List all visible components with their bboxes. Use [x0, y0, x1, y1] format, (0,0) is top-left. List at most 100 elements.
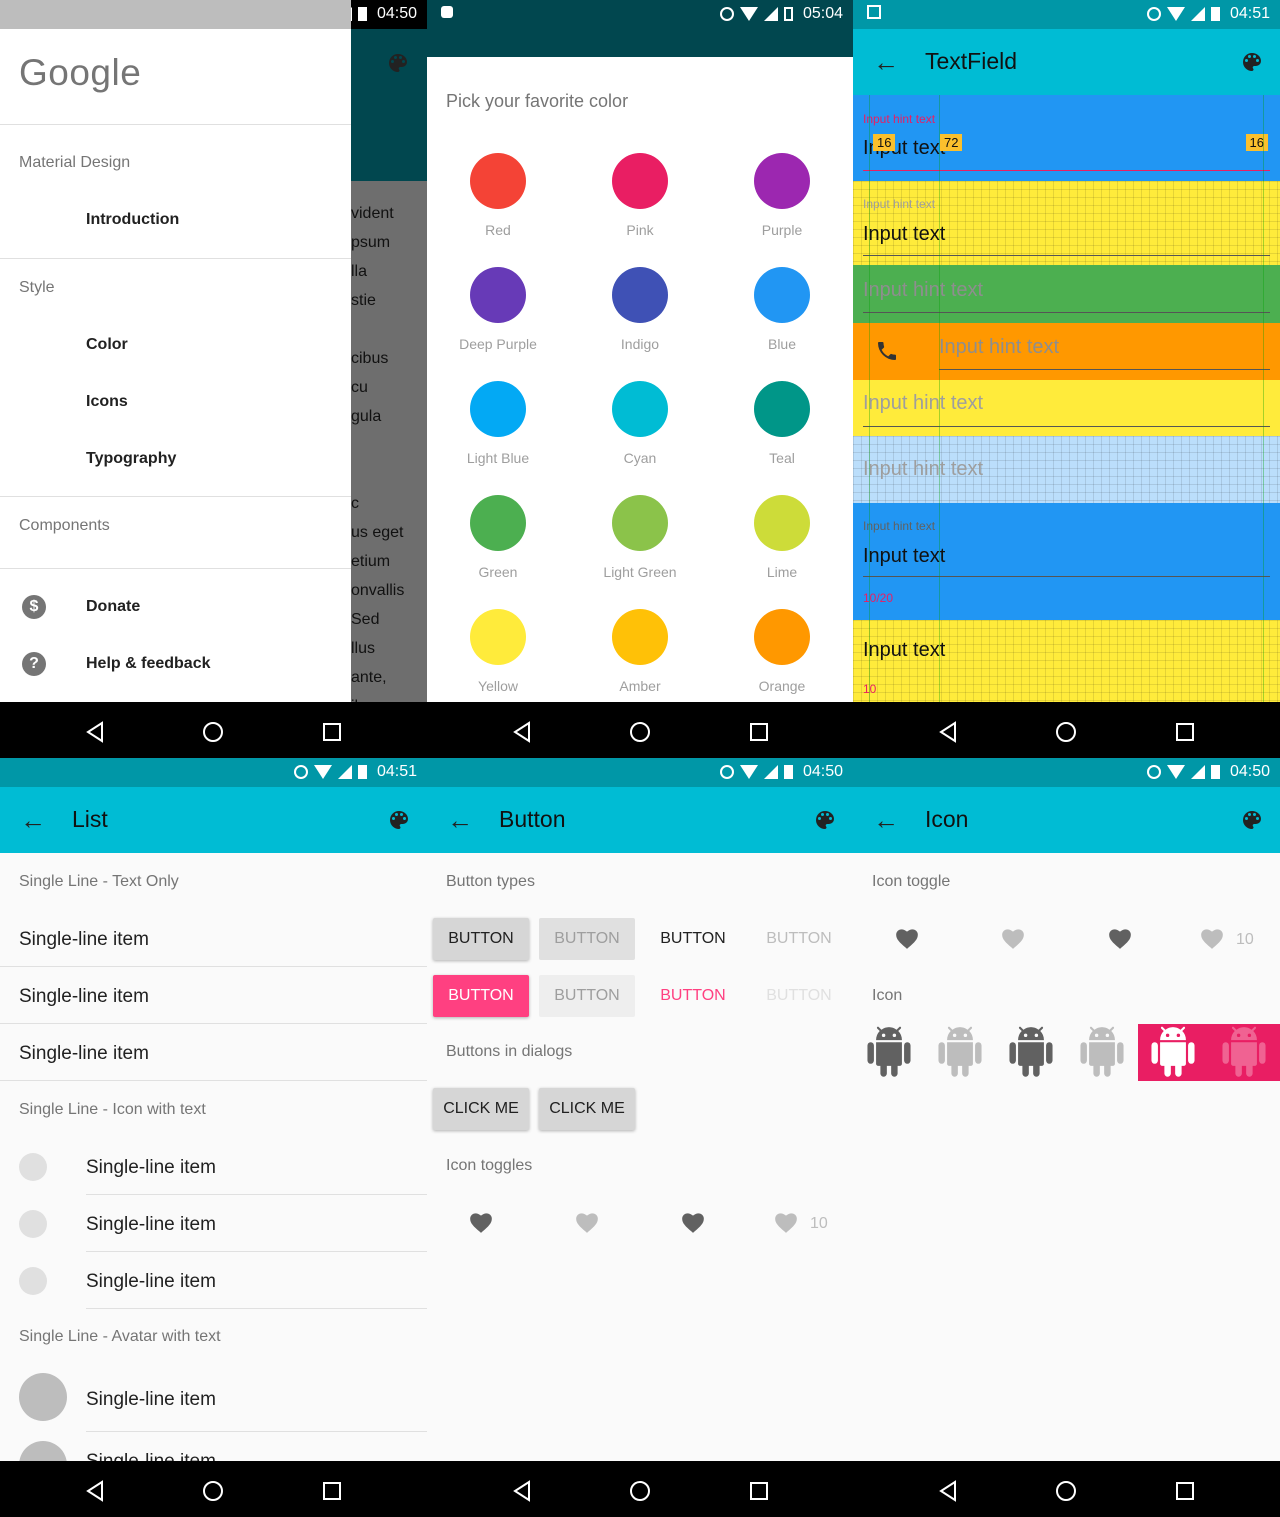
- home-nav-icon[interactable]: [201, 720, 225, 744]
- textfield-3[interactable]: Input hint text: [853, 265, 1280, 323]
- recents-nav-icon[interactable]: [320, 720, 344, 744]
- drawer-item-color[interactable]: Color: [86, 336, 128, 354]
- list-item[interactable]: Single-line item: [86, 1157, 216, 1179]
- heart-icon[interactable]: [468, 1210, 494, 1234]
- back-nav-icon[interactable]: [83, 1479, 107, 1503]
- section-header: Buttons in dialogs: [446, 1043, 573, 1060]
- list-icon: [19, 1210, 47, 1238]
- color-label: Yellow: [478, 678, 518, 694]
- back-nav-icon[interactable]: [936, 720, 960, 744]
- grid-notification-icon: [867, 5, 881, 19]
- drawer-item-icons[interactable]: Icons: [86, 393, 128, 411]
- color-swatch[interactable]: Pink: [569, 153, 711, 267]
- recents-nav-icon[interactable]: [747, 720, 771, 744]
- raised-accent-button-disabled[interactable]: BUTTON: [539, 975, 635, 1017]
- textfield-6[interactable]: Input hint text: [853, 436, 1280, 503]
- palette-icon[interactable]: [813, 808, 837, 832]
- keyline-badge: 16: [873, 134, 896, 151]
- click-me-button[interactable]: CLICK ME: [433, 1088, 529, 1130]
- textfield-5[interactable]: Input hint text: [853, 380, 1280, 436]
- drawer-item-help-feedback[interactable]: Help & feedback: [86, 655, 210, 673]
- palette-icon[interactable]: [1240, 808, 1264, 832]
- status-bar: 04:51: [0, 758, 427, 787]
- color-swatch[interactable]: Light Green: [569, 495, 711, 609]
- heart-icon[interactable]: [894, 926, 920, 950]
- color-swatch[interactable]: Purple: [711, 153, 853, 267]
- color-swatch[interactable]: Green: [427, 495, 569, 609]
- list-item[interactable]: Single-line item: [86, 1271, 216, 1293]
- heart-icon[interactable]: [574, 1210, 600, 1234]
- raised-accent-button[interactable]: BUTTON: [433, 975, 529, 1017]
- list-item[interactable]: Single-line item: [19, 986, 149, 1008]
- back-nav-icon[interactable]: [510, 1479, 534, 1503]
- home-nav-icon[interactable]: [201, 1479, 225, 1503]
- back-arrow-icon[interactable]: ←: [873, 807, 899, 833]
- palette-icon[interactable]: [387, 808, 411, 832]
- home-nav-icon[interactable]: [628, 1479, 652, 1503]
- color-label: Light Blue: [466, 450, 530, 466]
- textfield-7[interactable]: Input hint text Input text 10/20: [853, 503, 1280, 620]
- color-circle: [754, 609, 810, 665]
- list-item[interactable]: Single-line item: [19, 1043, 149, 1065]
- back-arrow-icon[interactable]: ←: [20, 807, 46, 833]
- textfield-1[interactable]: Input hint text Input text 16 72 16: [853, 95, 1280, 181]
- home-nav-icon[interactable]: [628, 720, 652, 744]
- drawer-item-introduction[interactable]: Introduction: [86, 211, 179, 229]
- textfield-2[interactable]: Input hint text Input text: [853, 181, 1280, 265]
- raised-button-disabled[interactable]: BUTTON: [539, 918, 635, 960]
- screenshot-collage: vident psum lla stie cibus cu gula c us …: [0, 0, 1280, 1517]
- list-icon: [19, 1267, 47, 1295]
- textfield-4[interactable]: Input hint text: [853, 323, 1280, 380]
- battery-icon: [357, 765, 367, 779]
- color-swatch[interactable]: Light Blue: [427, 381, 569, 495]
- heart-icon[interactable]: [1000, 926, 1026, 950]
- list-item[interactable]: Single-line item: [86, 1389, 216, 1411]
- color-circle: [754, 381, 810, 437]
- battery-icon: [1210, 765, 1220, 779]
- heart-icon[interactable]: [1199, 926, 1225, 950]
- drawer-item-donate[interactable]: Donate: [86, 598, 140, 616]
- home-nav-icon[interactable]: [1054, 1479, 1078, 1503]
- android-icon: [1222, 1026, 1266, 1077]
- color-swatch[interactable]: Deep Purple: [427, 267, 569, 381]
- flat-button-disabled[interactable]: BUTTON: [751, 918, 847, 960]
- raised-button[interactable]: BUTTON: [433, 918, 529, 960]
- list-item[interactable]: Single-line item: [86, 1214, 216, 1236]
- back-nav-icon[interactable]: [936, 1479, 960, 1503]
- recents-nav-icon[interactable]: [1173, 1479, 1197, 1503]
- battery-icon: [1210, 7, 1220, 21]
- heart-icon[interactable]: [1107, 926, 1133, 950]
- status-time: 04:51: [376, 763, 417, 780]
- back-arrow-icon[interactable]: ←: [447, 807, 473, 833]
- recents-nav-icon[interactable]: [1173, 720, 1197, 744]
- color-swatch[interactable]: Teal: [711, 381, 853, 495]
- color-swatch[interactable]: Lime: [711, 495, 853, 609]
- list-subheader: Single Line - Avatar with text: [19, 1328, 221, 1345]
- list-icon: [19, 1153, 47, 1181]
- palette-icon[interactable]: [1240, 50, 1264, 74]
- back-arrow-icon[interactable]: ←: [873, 49, 899, 75]
- heart-icon[interactable]: [773, 1210, 799, 1234]
- flat-button[interactable]: BUTTON: [645, 918, 741, 960]
- color-swatch[interactable]: Red: [427, 153, 569, 267]
- color-swatch[interactable]: Indigo: [569, 267, 711, 381]
- flat-accent-button-disabled[interactable]: BUTTON: [751, 975, 847, 1017]
- back-nav-icon[interactable]: [510, 720, 534, 744]
- textfield-8[interactable]: Input text 10: [853, 620, 1280, 702]
- android-icon: [1151, 1026, 1195, 1077]
- click-me-button[interactable]: CLICK ME: [539, 1088, 635, 1130]
- flat-accent-button[interactable]: BUTTON: [645, 975, 741, 1017]
- palette-icon: [389, 54, 407, 72]
- color-swatch[interactable]: Blue: [711, 267, 853, 381]
- signal-icon: [337, 765, 352, 779]
- heart-icon[interactable]: [680, 1210, 706, 1234]
- home-nav-icon[interactable]: [1054, 720, 1078, 744]
- drawer-item-typography[interactable]: Typography: [86, 450, 176, 468]
- color-swatch[interactable]: Cyan: [569, 381, 711, 495]
- page-title: Icon: [925, 806, 969, 832]
- back-nav-icon[interactable]: [83, 720, 107, 744]
- list-item[interactable]: Single-line item: [19, 929, 149, 951]
- recents-nav-icon[interactable]: [747, 1479, 771, 1503]
- recents-nav-icon[interactable]: [320, 1479, 344, 1503]
- drawer-section-components[interactable]: Components: [19, 517, 110, 535]
